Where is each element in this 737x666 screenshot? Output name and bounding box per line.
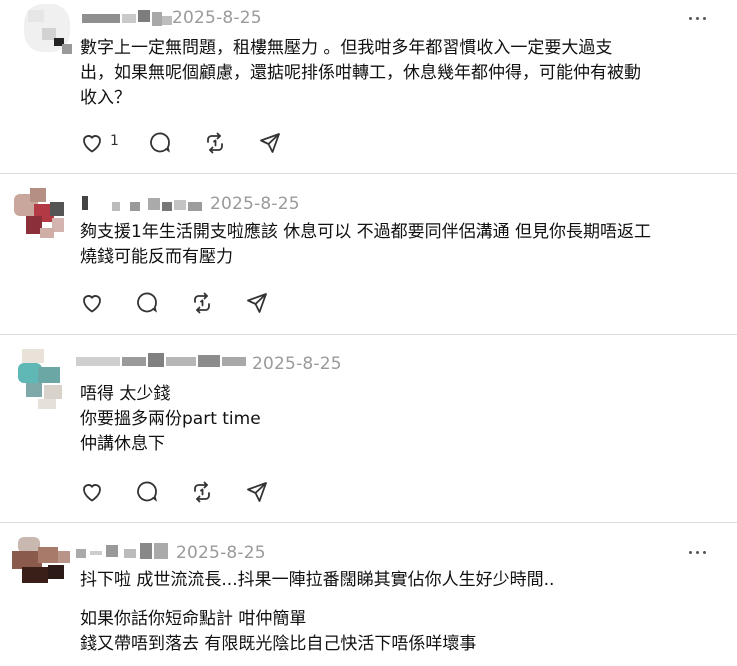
post-2: 2025-8-25 夠支援1年生活開支啦應該 休息可以 不過都要同伴侶溝通 但見… — [0, 174, 737, 335]
repost-icon — [194, 292, 210, 314]
more-options-button[interactable] — [689, 551, 707, 555]
username-blurred[interactable] — [82, 196, 206, 212]
post-text-line: 錢又帶唔到落去 有限既光陰比自己快活下唔係咩壞事 — [80, 634, 477, 654]
post-text-line: 仲講休息下 — [80, 434, 165, 454]
repost-icon — [207, 132, 223, 154]
share-icon — [247, 293, 267, 313]
post-1: 2025-8-25 數字上一定無問題，租樓無壓力 。但我咁多年都習慣收入一定要大… — [0, 0, 737, 174]
share-icon — [247, 482, 267, 502]
post-text-line: 如果你話你短命點計 咁仲簡單 — [80, 609, 307, 629]
post-4: 2025-8-25 抖下啦 成世流流長...抖果一陣拉番闊睇其實佔你人生好少時間… — [0, 523, 737, 666]
username-blurred[interactable] — [76, 543, 170, 559]
repost-button[interactable] — [190, 480, 214, 504]
post-text: 數字上一定無問題，租樓無壓力 。但我咁多年都習慣收入一定要大過支 出，如果無呢個… — [80, 36, 641, 111]
post-date[interactable]: 2025-8-25 — [172, 8, 262, 28]
post-date[interactable]: 2025-8-25 — [252, 354, 342, 374]
repost-button[interactable] — [190, 291, 214, 315]
comment-icon — [150, 132, 170, 153]
share-icon — [260, 133, 280, 153]
username-blurred[interactable] — [76, 353, 246, 369]
post-text-line: 抖下啦 成世流流長...抖果一陣拉番闊睇其實佔你人生好少時間.. — [80, 570, 555, 590]
comment-icon — [137, 481, 157, 502]
post-text: 抖下啦 成世流流長...抖果一陣拉番闊睇其實佔你人生好少時間.. 如果你話你短命… — [80, 568, 554, 657]
share-button[interactable] — [245, 291, 269, 315]
like-button[interactable] — [80, 131, 104, 155]
avatar[interactable] — [12, 537, 70, 589]
like-button[interactable] — [80, 480, 104, 504]
post-text-line: 夠支援1年生活開支啦應該 休息可以 不過都要同伴侶溝通 但見你長期唔返工 — [80, 222, 652, 242]
heart-icon — [83, 135, 101, 153]
post-date[interactable]: 2025-8-25 — [210, 194, 300, 214]
more-icon — [689, 17, 692, 20]
share-button[interactable] — [258, 131, 282, 155]
post-text-line: 你要搵多兩份part time — [80, 409, 261, 429]
like-button[interactable] — [80, 291, 104, 315]
comment-button[interactable] — [148, 131, 172, 155]
post-text-line: 燒錢可能反而有壓力 — [80, 247, 233, 267]
repost-button[interactable] — [203, 131, 227, 155]
heart-icon — [83, 295, 101, 313]
more-options-button[interactable] — [689, 17, 707, 21]
avatar[interactable] — [12, 184, 68, 240]
comment-button[interactable] — [135, 480, 159, 504]
comment-icon — [137, 292, 157, 313]
post-text-line: 數字上一定無問題，租樓無壓力 。但我咁多年都習慣收入一定要大過支 — [80, 38, 613, 58]
post-date[interactable]: 2025-8-25 — [176, 543, 266, 563]
post-text-line: 出，如果無呢個顧慮，還掂呢排係咁轉工，休息幾年都仲得，可能仲有被動 — [80, 63, 641, 83]
avatar[interactable] — [24, 4, 72, 54]
post-3: 2025-8-25 唔得 太少錢 你要搵多兩份part time 仲講休息下 — [0, 335, 737, 523]
heart-icon — [83, 484, 101, 502]
avatar[interactable] — [18, 349, 68, 409]
post-text-line: 收入？ — [80, 88, 131, 108]
repost-icon — [194, 481, 210, 503]
post-text: 夠支援1年生活開支啦應該 休息可以 不過都要同伴侶溝通 但見你長期唔返工 燒錢可… — [80, 220, 651, 270]
comment-button[interactable] — [135, 291, 159, 315]
more-icon — [689, 551, 692, 554]
post-text: 唔得 太少錢 你要搵多兩份part time 仲講休息下 — [80, 382, 261, 457]
like-count: 1 — [110, 133, 119, 149]
username-blurred[interactable] — [82, 10, 172, 26]
share-button[interactable] — [245, 480, 269, 504]
post-text-line — [80, 593, 554, 607]
post-text-line: 唔得 太少錢 — [80, 384, 171, 404]
